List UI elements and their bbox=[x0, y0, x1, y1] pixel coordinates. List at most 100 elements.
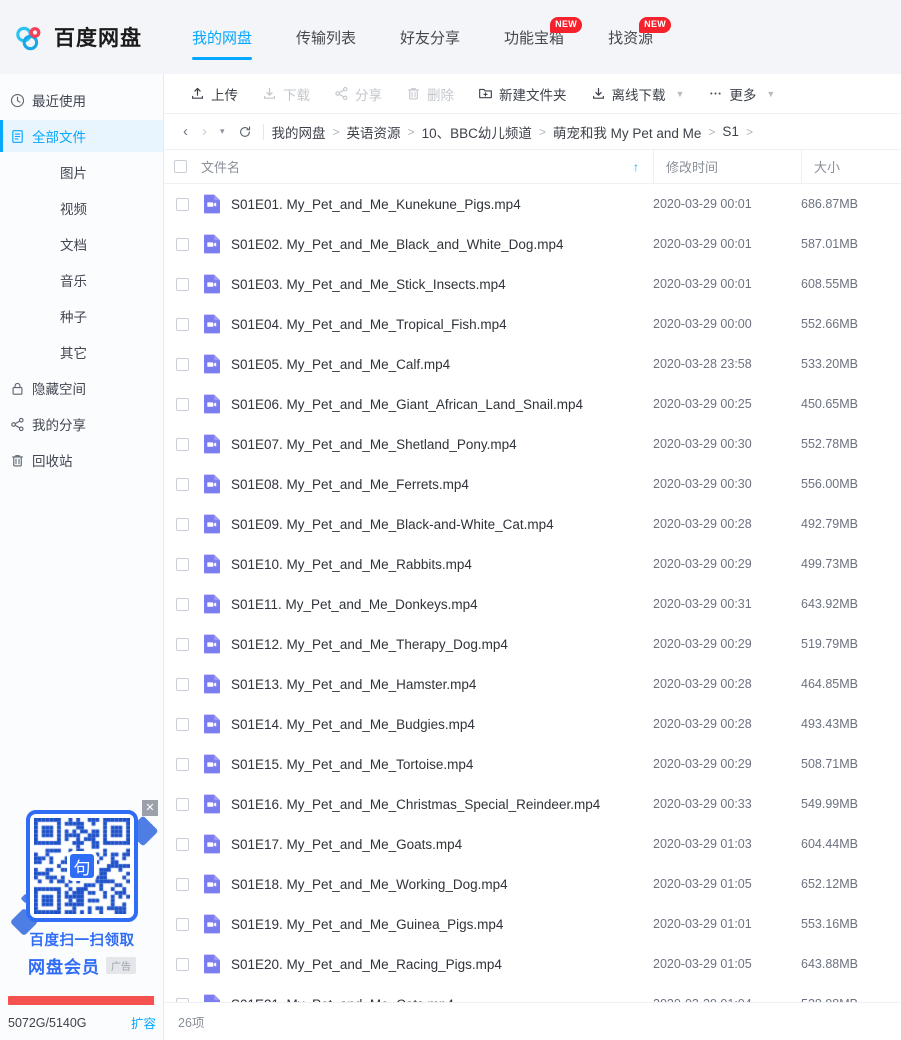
row-checkbox[interactable] bbox=[176, 358, 189, 371]
table-row[interactable]: S01E13. My_Pet_and_Me_Hamster.mp42020-03… bbox=[164, 664, 901, 704]
sidebar-item-torrents[interactable]: 种子 bbox=[0, 300, 163, 332]
back-button[interactable]: ‹ bbox=[176, 123, 195, 140]
breadcrumb-item-current[interactable]: S1 bbox=[722, 124, 739, 139]
share-button[interactable]: 分享 bbox=[322, 80, 394, 108]
upload-button[interactable]: 上传 bbox=[178, 80, 250, 108]
table-row[interactable]: S01E09. My_Pet_and_Me_Black-and-White_Ca… bbox=[164, 504, 901, 544]
sidebar-item-hidden-space[interactable]: 隐藏空间 bbox=[0, 372, 163, 404]
file-name[interactable]: S01E16. My_Pet_and_Me_Christmas_Special_… bbox=[231, 797, 653, 812]
sidebar-item-music[interactable]: 音乐 bbox=[0, 264, 163, 296]
table-row[interactable]: S01E08. My_Pet_and_Me_Ferrets.mp42020-03… bbox=[164, 464, 901, 504]
file-name[interactable]: S01E14. My_Pet_and_Me_Budgies.mp4 bbox=[231, 717, 653, 732]
row-checkbox[interactable] bbox=[176, 478, 189, 491]
file-name[interactable]: S01E10. My_Pet_and_Me_Rabbits.mp4 bbox=[231, 557, 653, 572]
chevron-down-icon[interactable]: ▼ bbox=[766, 89, 775, 99]
row-checkbox[interactable] bbox=[176, 918, 189, 931]
file-name[interactable]: S01E17. My_Pet_and_Me_Goats.mp4 bbox=[231, 837, 653, 852]
tab-feature-box[interactable]: 功能宝箱 NEW bbox=[482, 0, 586, 74]
tab-find-resources[interactable]: 找资源 NEW bbox=[586, 0, 675, 74]
row-checkbox[interactable] bbox=[176, 438, 189, 451]
file-name[interactable]: S01E06. My_Pet_and_Me_Giant_African_Land… bbox=[231, 397, 653, 412]
row-checkbox[interactable] bbox=[176, 758, 189, 771]
file-name[interactable]: S01E08. My_Pet_and_Me_Ferrets.mp4 bbox=[231, 477, 653, 492]
row-checkbox[interactable] bbox=[176, 198, 189, 211]
table-row[interactable]: S01E10. My_Pet_and_Me_Rabbits.mp42020-03… bbox=[164, 544, 901, 584]
table-row[interactable]: S01E06. My_Pet_and_Me_Giant_African_Land… bbox=[164, 384, 901, 424]
table-row[interactable]: S01E04. My_Pet_and_Me_Tropical_Fish.mp42… bbox=[164, 304, 901, 344]
delete-button[interactable]: 删除 bbox=[394, 80, 466, 108]
file-name[interactable]: S01E05. My_Pet_and_Me_Calf.mp4 bbox=[231, 357, 653, 372]
sidebar-item-my-shares[interactable]: 我的分享 bbox=[0, 408, 163, 440]
row-checkbox[interactable] bbox=[176, 318, 189, 331]
file-name[interactable]: S01E02. My_Pet_and_Me_Black_and_White_Do… bbox=[231, 237, 653, 252]
table-row[interactable]: S01E14. My_Pet_and_Me_Budgies.mp42020-03… bbox=[164, 704, 901, 744]
file-name[interactable]: S01E20. My_Pet_and_Me_Racing_Pigs.mp4 bbox=[231, 957, 653, 972]
row-checkbox[interactable] bbox=[176, 638, 189, 651]
row-checkbox[interactable] bbox=[176, 518, 189, 531]
breadcrumb-item-1[interactable]: 英语资源 bbox=[347, 122, 401, 142]
select-all-checkbox[interactable] bbox=[174, 160, 187, 173]
breadcrumb-item-2[interactable]: 10、BBC幼儿频道 bbox=[422, 122, 532, 142]
table-row[interactable]: S01E17. My_Pet_and_Me_Goats.mp42020-03-2… bbox=[164, 824, 901, 864]
tab-friend-share[interactable]: 好友分享 bbox=[378, 0, 482, 74]
table-row[interactable]: S01E02. My_Pet_and_Me_Black_and_White_Do… bbox=[164, 224, 901, 264]
file-name[interactable]: S01E18. My_Pet_and_Me_Working_Dog.mp4 bbox=[231, 877, 653, 892]
table-row[interactable]: S01E01. My_Pet_and_Me_Kunekune_Pigs.mp42… bbox=[164, 184, 901, 224]
close-promo-icon[interactable]: ✕ bbox=[142, 800, 158, 816]
table-row[interactable]: S01E20. My_Pet_and_Me_Racing_Pigs.mp4202… bbox=[164, 944, 901, 984]
column-header-size[interactable]: 大小 bbox=[801, 150, 901, 184]
file-name[interactable]: S01E09. My_Pet_and_Me_Black-and-White_Ca… bbox=[231, 517, 653, 532]
file-name[interactable]: S01E13. My_Pet_and_Me_Hamster.mp4 bbox=[231, 677, 653, 692]
table-row[interactable]: S01E11. My_Pet_and_Me_Donkeys.mp42020-03… bbox=[164, 584, 901, 624]
row-checkbox[interactable] bbox=[176, 678, 189, 691]
tab-my-netdisk[interactable]: 我的网盘 bbox=[170, 0, 274, 74]
file-name[interactable]: S01E07. My_Pet_and_Me_Shetland_Pony.mp4 bbox=[231, 437, 653, 452]
table-row[interactable]: S01E18. My_Pet_and_Me_Working_Dog.mp4202… bbox=[164, 864, 901, 904]
offline-download-button[interactable]: 离线下载 ▼ bbox=[579, 80, 697, 108]
file-name[interactable]: S01E15. My_Pet_and_Me_Tortoise.mp4 bbox=[231, 757, 653, 772]
sidebar-item-others[interactable]: 其它 bbox=[0, 336, 163, 368]
row-checkbox[interactable] bbox=[176, 838, 189, 851]
table-row[interactable]: S01E03. My_Pet_and_Me_Stick_Insects.mp42… bbox=[164, 264, 901, 304]
sidebar-item-recycle-bin[interactable]: 回收站 bbox=[0, 444, 163, 476]
row-checkbox[interactable] bbox=[176, 398, 189, 411]
new-folder-button[interactable]: 新建文件夹 bbox=[466, 80, 579, 108]
breadcrumb-item-3[interactable]: 萌宠和我 My Pet and Me bbox=[553, 122, 702, 142]
download-button[interactable]: 下载 bbox=[250, 80, 322, 108]
sidebar-item-videos[interactable]: 视频 bbox=[0, 192, 163, 224]
row-checkbox[interactable] bbox=[176, 878, 189, 891]
column-header-time[interactable]: 修改时间 bbox=[653, 150, 801, 184]
column-header-name[interactable]: 文件名 ↑ bbox=[164, 150, 653, 184]
refresh-button[interactable] bbox=[231, 125, 259, 139]
sidebar-item-documents[interactable]: 文档 bbox=[0, 228, 163, 260]
brand-logo[interactable]: 百度网盘 bbox=[0, 21, 170, 53]
table-row[interactable]: S01E16. My_Pet_and_Me_Christmas_Special_… bbox=[164, 784, 901, 824]
row-checkbox[interactable] bbox=[176, 718, 189, 731]
row-checkbox[interactable] bbox=[176, 598, 189, 611]
file-name[interactable]: S01E11. My_Pet_and_Me_Donkeys.mp4 bbox=[231, 597, 653, 612]
table-row[interactable]: S01E12. My_Pet_and_Me_Therapy_Dog.mp4202… bbox=[164, 624, 901, 664]
forward-button[interactable]: › bbox=[195, 123, 214, 140]
row-checkbox[interactable] bbox=[176, 278, 189, 291]
row-checkbox[interactable] bbox=[176, 958, 189, 971]
expand-storage-link[interactable]: 扩容 bbox=[131, 1013, 156, 1032]
row-checkbox[interactable] bbox=[176, 238, 189, 251]
table-row[interactable]: S01E05. My_Pet_and_Me_Calf.mp42020-03-28… bbox=[164, 344, 901, 384]
membership-promo[interactable]: ✕ 句 百度扫一扫领取 网盘会员 广告 bbox=[8, 806, 156, 978]
table-row[interactable]: S01E07. My_Pet_and_Me_Shetland_Pony.mp42… bbox=[164, 424, 901, 464]
file-name[interactable]: S01E12. My_Pet_and_Me_Therapy_Dog.mp4 bbox=[231, 637, 653, 652]
row-checkbox[interactable] bbox=[176, 798, 189, 811]
history-dropdown-icon[interactable]: ▾ bbox=[214, 126, 231, 137]
sidebar-item-all-files[interactable]: 全部文件 bbox=[0, 120, 163, 152]
table-row[interactable]: S01E19. My_Pet_and_Me_Guinea_Pigs.mp4202… bbox=[164, 904, 901, 944]
file-name[interactable]: S01E04. My_Pet_and_Me_Tropical_Fish.mp4 bbox=[231, 317, 653, 332]
file-name[interactable]: S01E19. My_Pet_and_Me_Guinea_Pigs.mp4 bbox=[231, 917, 653, 932]
sidebar-item-recent[interactable]: 最近使用 bbox=[0, 84, 163, 116]
sidebar-item-pictures[interactable]: 图片 bbox=[0, 156, 163, 188]
chevron-down-icon[interactable]: ▼ bbox=[676, 89, 685, 99]
sort-ascending-icon[interactable]: ↑ bbox=[633, 160, 639, 174]
table-row[interactable]: S01E15. My_Pet_and_Me_Tortoise.mp42020-0… bbox=[164, 744, 901, 784]
breadcrumb-item-root[interactable]: 我的网盘 bbox=[272, 122, 326, 142]
file-name[interactable]: S01E01. My_Pet_and_Me_Kunekune_Pigs.mp4 bbox=[231, 197, 653, 212]
tab-transfer-list[interactable]: 传输列表 bbox=[274, 0, 378, 74]
